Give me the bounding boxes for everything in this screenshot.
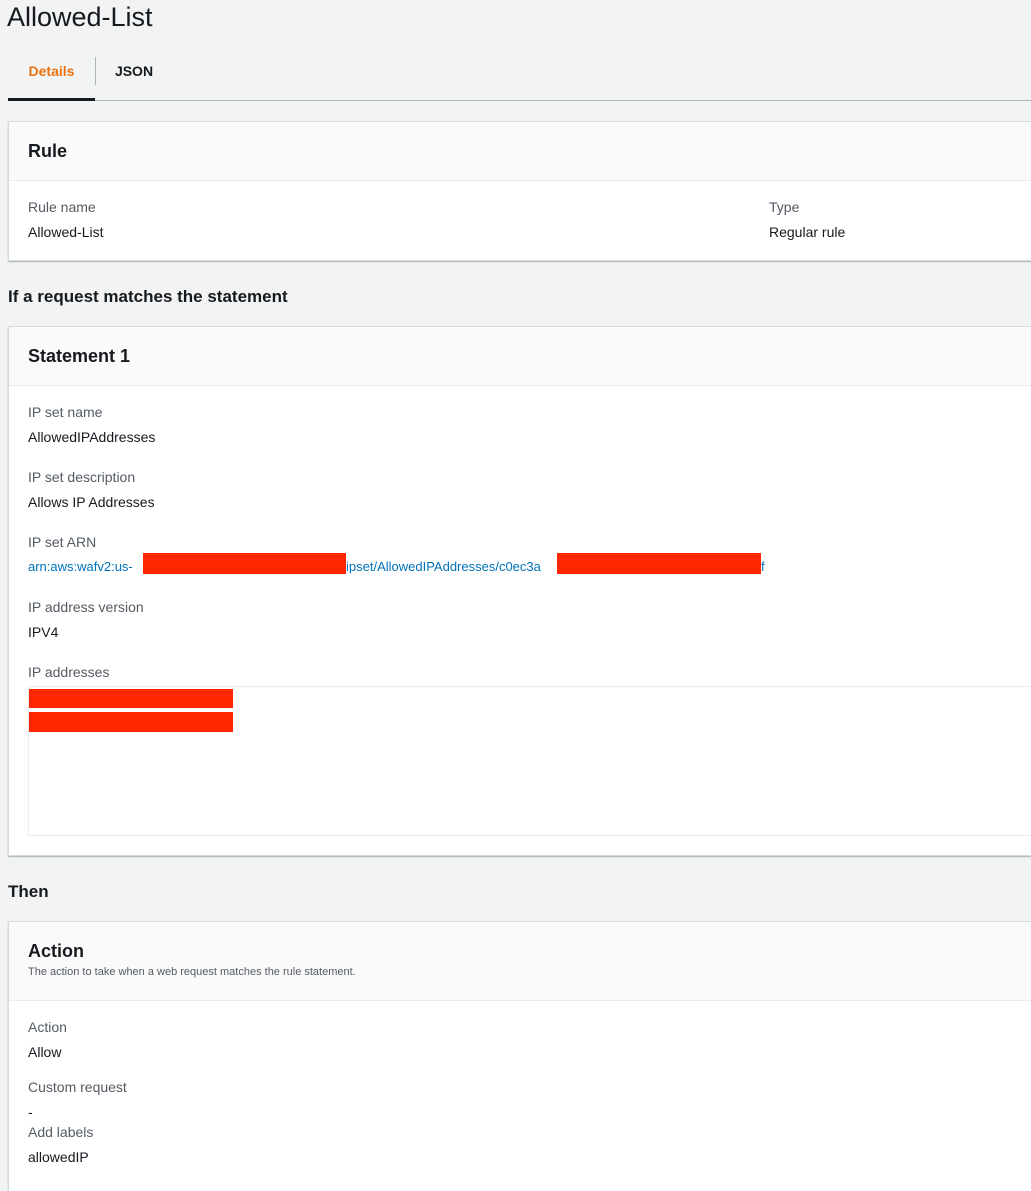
ip-version-value: IPV4: [28, 624, 59, 640]
ip-set-description-value: Allows IP Addresses: [28, 494, 155, 510]
statement-section-heading: If a request matches the statement: [8, 287, 288, 306]
action-value: Allow: [28, 1044, 62, 1060]
action-panel-header: Action The action to take when a web req…: [9, 922, 1031, 1001]
custom-request-value: -: [28, 1104, 33, 1120]
action-panel-description: The action to take when a web request ma…: [28, 966, 356, 978]
action-panel: Action The action to take when a web req…: [8, 921, 1031, 1191]
rule-panel: Rule Rule name Allowed-List Type Regular…: [8, 121, 1031, 261]
ip-set-name-label: IP set name: [28, 404, 103, 420]
rule-name-label: Rule name: [28, 199, 96, 215]
ip-address-redaction-1: [29, 689, 233, 708]
rule-name-value: Allowed-List: [28, 224, 104, 240]
ip-set-name-value: AllowedIPAddresses: [28, 429, 156, 445]
ip-set-arn-link-part2[interactable]: ipset/AllowedIPAddresses/c0ec3a: [346, 558, 541, 576]
ip-set-arn-link-part3[interactable]: f: [761, 558, 765, 576]
type-label: Type: [769, 199, 800, 215]
page-title: Allowed-List: [7, 2, 153, 32]
type-value: Regular rule: [769, 224, 846, 240]
ip-set-description-label: IP set description: [28, 469, 136, 485]
rule-panel-header: Rule: [9, 122, 1031, 181]
statement-panel-title: Statement 1: [28, 346, 131, 366]
action-panel-title: Action: [28, 941, 84, 961]
ip-addresses-label: IP addresses: [28, 664, 110, 680]
rule-panel-title: Rule: [28, 141, 68, 161]
tab-details[interactable]: Details: [8, 50, 95, 101]
ip-set-arn-link-part1[interactable]: arn:aws:wafv2:us-: [28, 558, 133, 576]
ip-addresses-list[interactable]: [28, 686, 1031, 836]
arn-redaction-1: [143, 553, 346, 574]
statement-panel-header: Statement 1: [9, 327, 1031, 386]
add-labels-label: Add labels: [28, 1124, 94, 1140]
arn-redaction-2: [557, 553, 761, 574]
ip-version-label: IP address version: [28, 599, 144, 615]
ip-set-arn-label: IP set ARN: [28, 534, 97, 550]
custom-request-label: Custom request: [28, 1079, 127, 1095]
add-labels-value: allowedIP: [28, 1149, 89, 1165]
action-label: Action: [28, 1019, 67, 1035]
tab-json[interactable]: JSON: [95, 50, 173, 101]
ip-address-redaction-2: [29, 712, 233, 732]
statement-panel: Statement 1 IP set name AllowedIPAddress…: [8, 326, 1031, 856]
then-section-heading: Then: [8, 882, 49, 901]
tab-bar: Details JSON: [8, 50, 1031, 101]
